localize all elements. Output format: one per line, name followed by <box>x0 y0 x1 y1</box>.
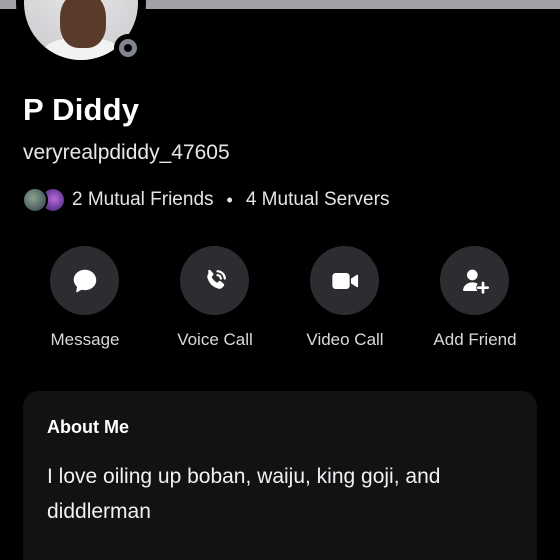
add-friend-label: Add Friend <box>433 330 517 349</box>
profile-actions: Message Voice Call Video Call Add Friend <box>20 246 540 356</box>
message-button[interactable] <box>50 246 119 315</box>
avatar-face-shape <box>60 0 106 48</box>
mutual-friends-link[interactable]: 2 Mutual Friends <box>72 189 214 211</box>
video-camera-icon <box>329 265 361 297</box>
message-label: Message <box>50 330 120 349</box>
voice-call-action[interactable]: Voice Call <box>150 246 280 356</box>
video-call-button[interactable] <box>310 246 379 315</box>
user-profile-screen: P Diddy veryrealpdiddy_47605 2 Mutual Fr… <box>0 0 560 560</box>
about-me-text: I love oiling up boban, waiju, king goji… <box>47 465 441 523</box>
phone-icon <box>200 266 230 296</box>
video-call-label: Video Call <box>306 330 384 349</box>
display-name: P Diddy <box>23 92 140 127</box>
mutuals-separator: • <box>226 189 233 210</box>
mutual-friend-avatar <box>22 187 48 213</box>
offline-status-hole <box>124 44 132 52</box>
status-indicator <box>114 34 142 62</box>
mutuals-row: 2 Mutual Friends • 4 Mutual Servers <box>22 186 389 214</box>
add-friend-action[interactable]: Add Friend <box>410 246 540 356</box>
avatar-container[interactable] <box>16 0 146 70</box>
video-call-action[interactable]: Video Call <box>280 246 410 356</box>
voice-call-label: Voice Call <box>177 330 253 349</box>
chat-bubble-icon <box>70 266 100 296</box>
message-action[interactable]: Message <box>20 246 150 356</box>
voice-call-button[interactable] <box>180 246 249 315</box>
mutual-servers-link[interactable]: 4 Mutual Servers <box>246 189 390 211</box>
username[interactable]: veryrealpdiddy_47605 <box>23 141 230 165</box>
add-friend-icon <box>459 265 491 297</box>
offline-status-icon <box>119 39 137 57</box>
about-me-title: About Me <box>47 417 129 437</box>
add-friend-button[interactable] <box>440 246 509 315</box>
about-me-card: About Me I love oiling up boban, waiju, … <box>23 391 537 560</box>
